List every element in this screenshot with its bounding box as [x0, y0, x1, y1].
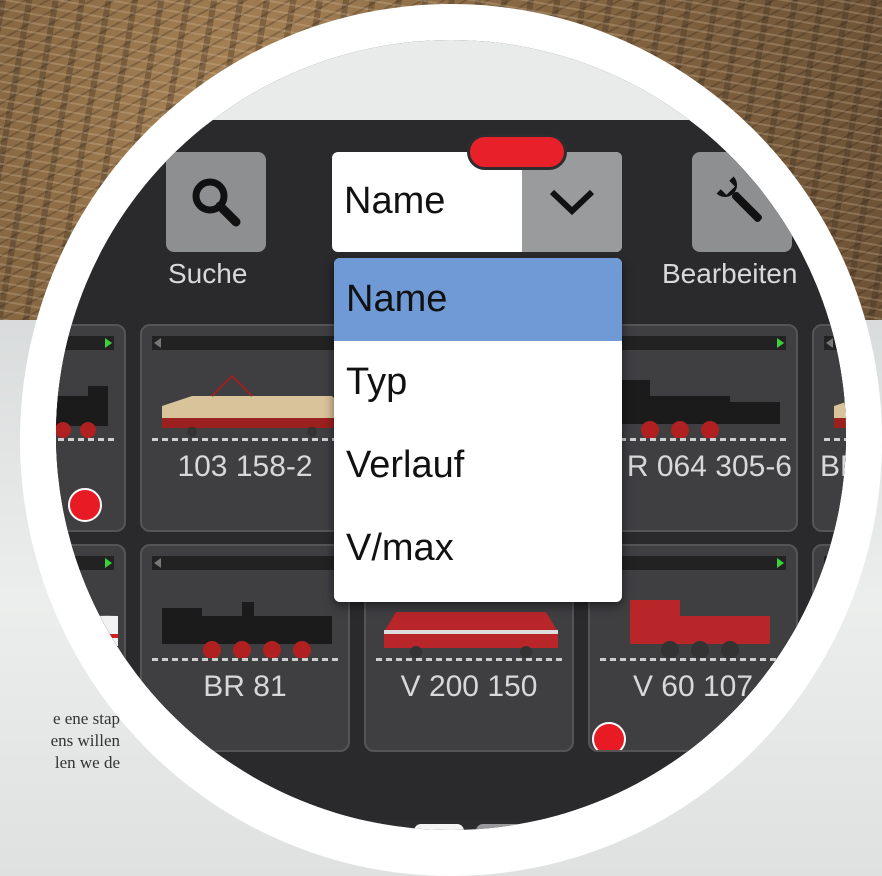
- sort-option-history[interactable]: Verlauf: [334, 424, 622, 507]
- speed-bar: [824, 336, 846, 350]
- shunter-locomotive-icon: [630, 600, 770, 659]
- sort-dropdown-list: Name Typ Verlauf V/max: [334, 258, 622, 602]
- chevron-down-icon: [549, 189, 595, 216]
- sort-option-name[interactable]: Name: [334, 258, 622, 341]
- loco-name: 103 158-2: [177, 450, 313, 483]
- speed-bar: [56, 336, 114, 350]
- magnifier-lens: Suche Name Bearbeiten Name Typ Verlauf V…: [20, 4, 882, 876]
- rail-line: [824, 438, 846, 441]
- ice-train-icon: [56, 615, 118, 646]
- speed-bar: [824, 556, 846, 570]
- loco-name: BR 81: [203, 670, 287, 703]
- rail-line: [152, 438, 338, 441]
- speed-bar: [56, 556, 114, 570]
- loco-card[interactable]: BR 81: [140, 544, 350, 752]
- speed-bar: [600, 336, 786, 350]
- loco-name: V 60 107: [632, 670, 754, 703]
- loco-name: 3-1: [56, 450, 124, 484]
- rail-line: [824, 658, 846, 661]
- loco-card[interactable]: BR 1: [812, 324, 846, 532]
- pull-handle[interactable]: [467, 134, 567, 170]
- speed-bar: [152, 556, 338, 570]
- sort-select-value: Name: [344, 180, 446, 222]
- rail-line: [152, 658, 338, 661]
- loco-name: BR 1: [820, 450, 846, 483]
- loco-name: V 200 150: [400, 670, 538, 703]
- speed-bar: [600, 556, 786, 570]
- search-label: Suche: [168, 258, 248, 289]
- steam-tank-locomotive-icon: [162, 602, 332, 659]
- electric-locomotive-icon: [162, 374, 342, 437]
- speed-bar: [152, 336, 338, 350]
- rail-line: [600, 438, 786, 441]
- wrench-icon: [716, 176, 762, 222]
- loco-card[interactable]: 103 158-2: [140, 324, 350, 532]
- rail-line: [600, 658, 786, 661]
- loco-card[interactable]: [812, 544, 846, 752]
- pager-dot[interactable]: [476, 824, 522, 830]
- status-indicator: [68, 488, 102, 522]
- device-screen: Suche Name Bearbeiten Name Typ Verlauf V…: [56, 40, 846, 830]
- edit-button[interactable]: [692, 152, 792, 252]
- pager-dot-active[interactable]: [414, 824, 464, 830]
- red-locomotive-icon: [834, 612, 846, 644]
- loco-card[interactable]: 3-1: [56, 324, 126, 532]
- rail-line: [376, 658, 562, 661]
- status-indicator: [592, 722, 626, 750]
- steam-locomotive-icon: [56, 386, 108, 438]
- search-icon: [192, 178, 241, 227]
- rail-line: [56, 658, 114, 661]
- rail-line: [56, 438, 114, 441]
- electric-locomotive-icon: [834, 402, 846, 428]
- loco-card[interactable]: [56, 544, 126, 752]
- edit-label: Bearbeiten: [662, 258, 798, 289]
- sort-option-vmax[interactable]: V/max: [334, 507, 622, 590]
- steam-locomotive-icon: [620, 380, 780, 439]
- search-button[interactable]: [166, 152, 266, 252]
- sort-option-type[interactable]: Typ: [334, 341, 622, 424]
